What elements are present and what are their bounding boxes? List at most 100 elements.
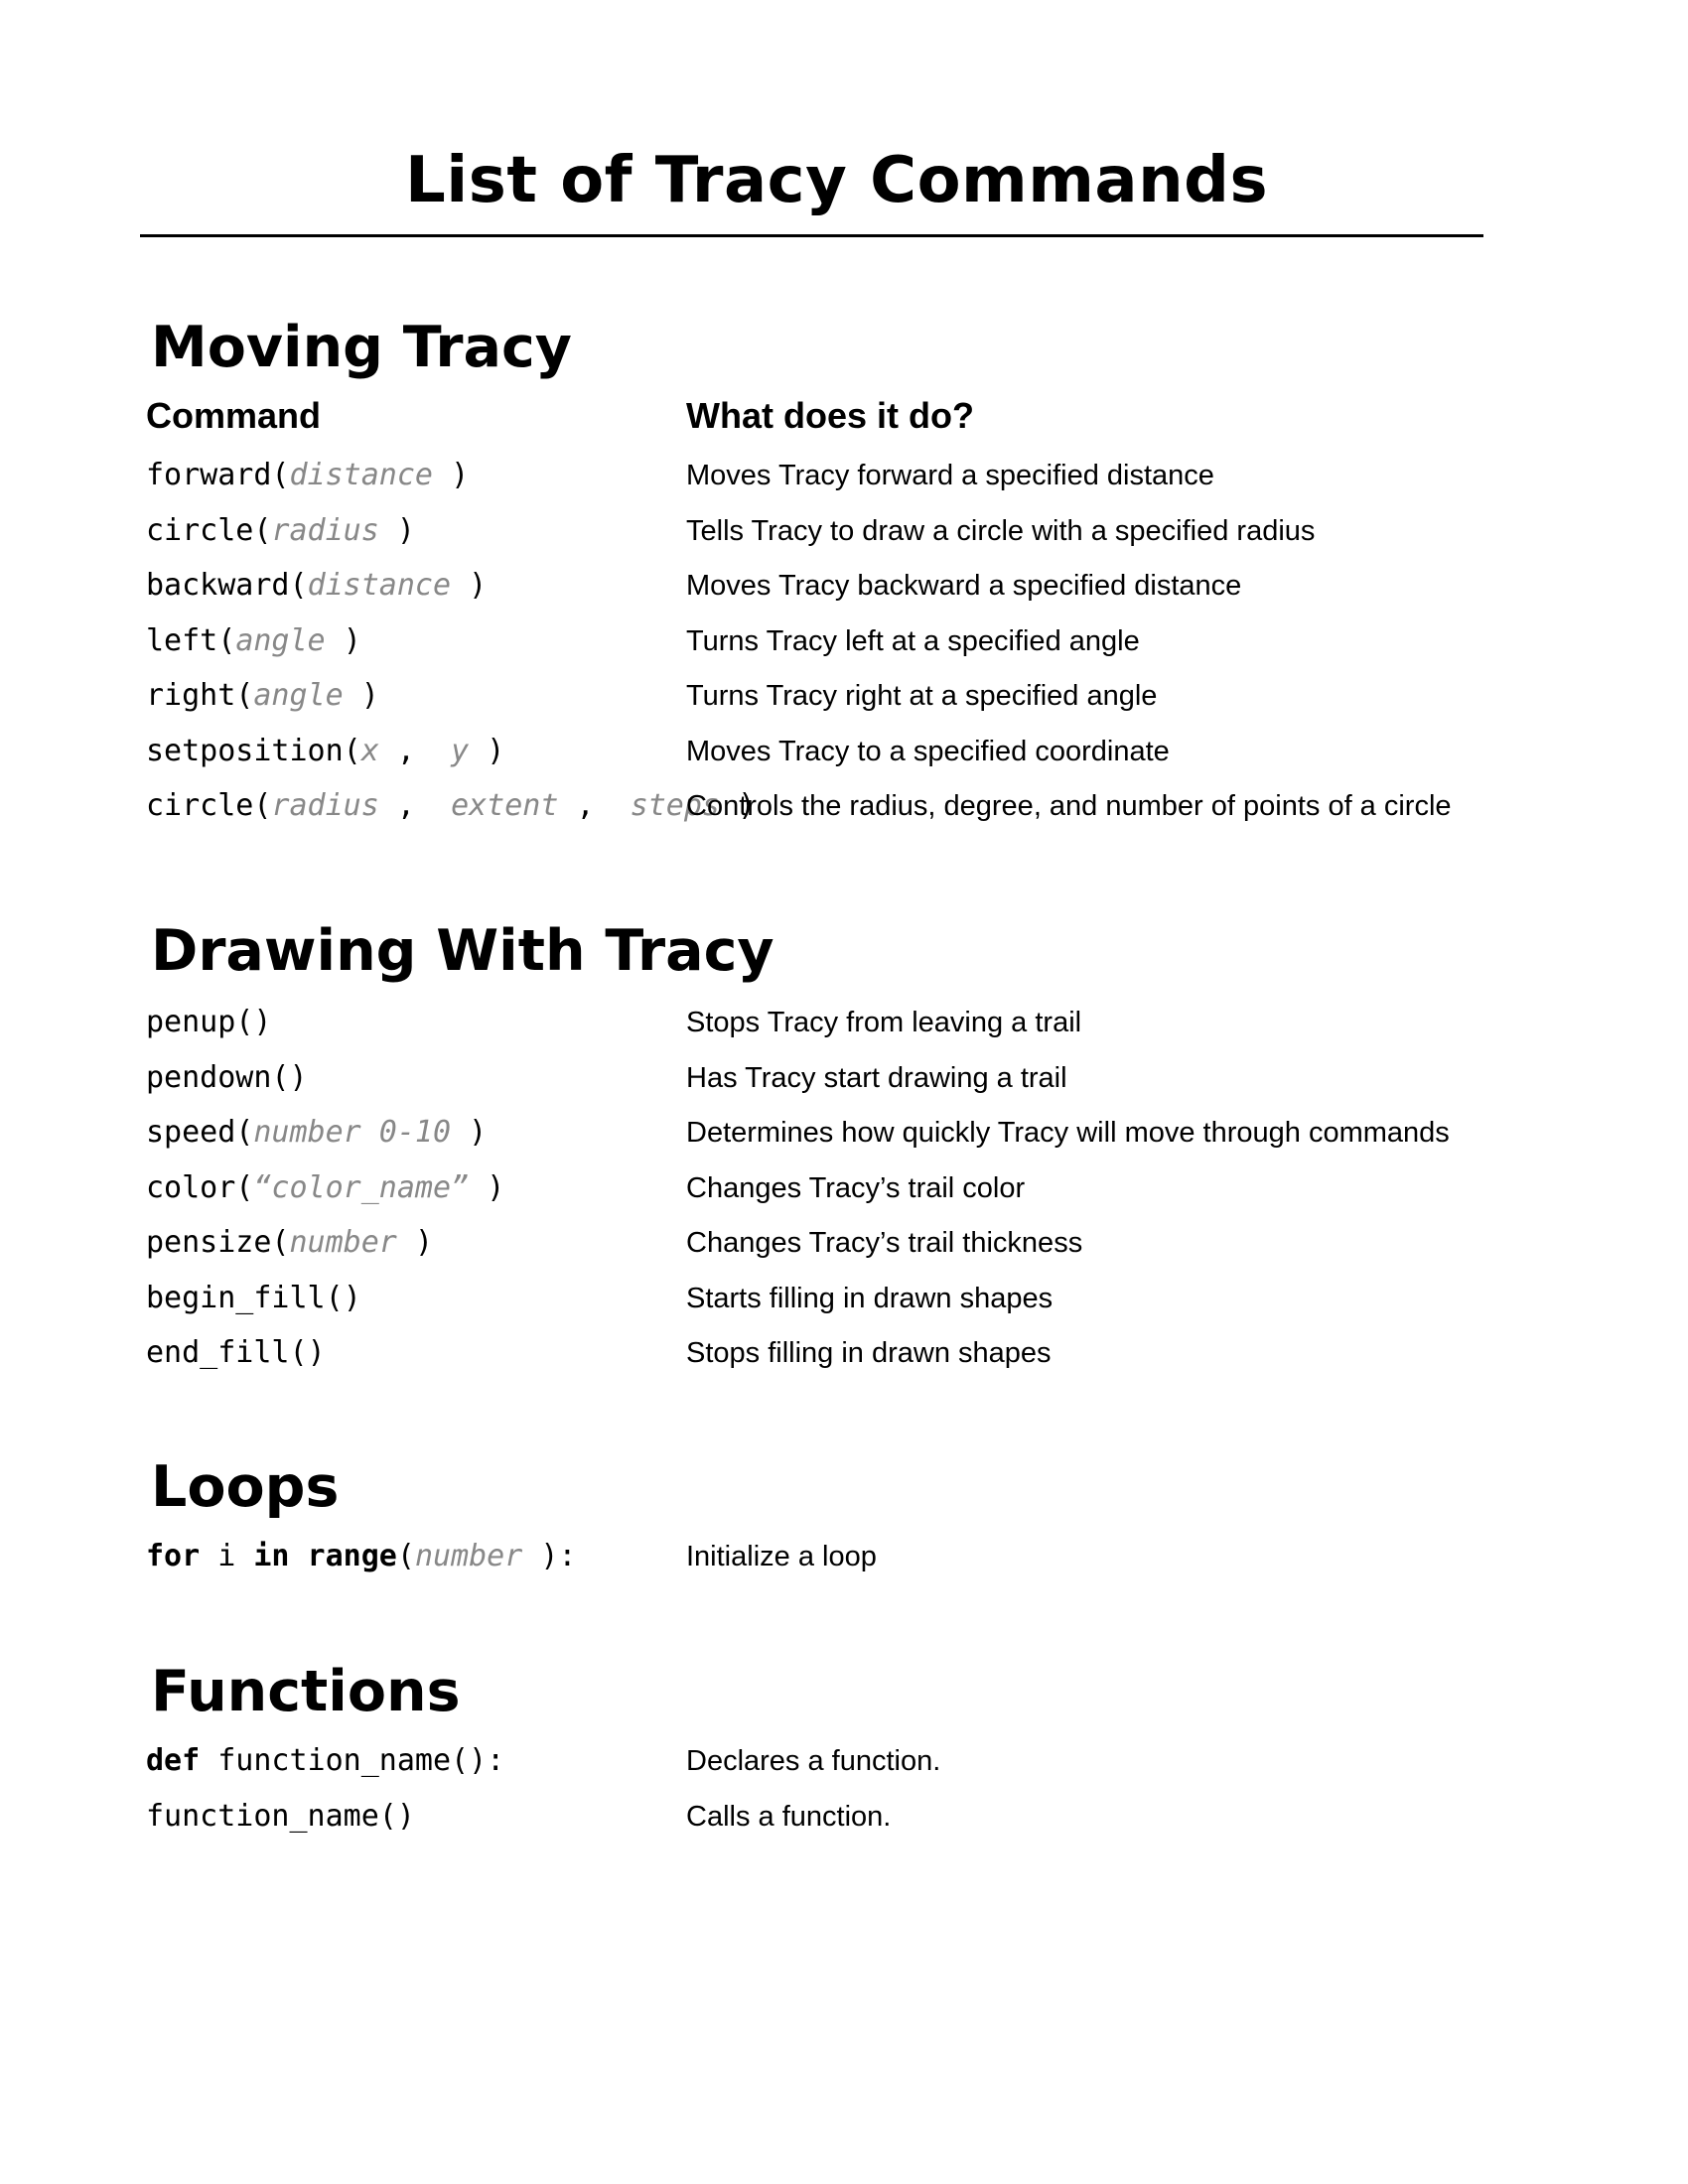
code-close: ) xyxy=(414,1225,433,1260)
code-close: ) xyxy=(343,622,361,658)
command-row: pensize(number ) Changes Tracy’s trail th… xyxy=(0,1223,1688,1273)
code-close: ) xyxy=(469,568,488,603)
command-code: begin_fill() xyxy=(146,1279,361,1318)
command-code: right(angle ) xyxy=(146,676,379,716)
command-code: for i in range(number ): xyxy=(146,1537,577,1576)
code-function-name: ( xyxy=(396,1539,415,1573)
code-argument: extent xyxy=(451,788,559,823)
command-code: circle(radius , extent , steps ) xyxy=(146,786,756,826)
code-argument: number xyxy=(414,1539,523,1573)
code-close: ) xyxy=(343,1280,361,1315)
command-row: backward(distance ) Moves Tracy backward … xyxy=(0,566,1688,615)
page-title: List of Tracy Commands xyxy=(405,144,1269,217)
command-description: Initialize a loop xyxy=(686,1541,877,1572)
command-code: circle(radius ) xyxy=(146,511,415,551)
code-function-name: forward( xyxy=(146,458,290,492)
command-description: Moves Tracy backward a specified distanc… xyxy=(686,570,1242,602)
code-function-name: right( xyxy=(146,678,254,713)
command-description: Controls the radius, degree, and number … xyxy=(686,790,1452,822)
code-function-name: circle( xyxy=(146,512,272,548)
command-code: left(angle ) xyxy=(146,621,361,661)
code-argument: y xyxy=(451,733,470,768)
document-page: List of Tracy Commands Moving Tracy Comm… xyxy=(0,0,1688,2184)
command-code: setposition(x , y ) xyxy=(146,732,504,771)
command-description: Calls a function. xyxy=(686,1801,892,1833)
code-punctuation xyxy=(522,1539,540,1573)
command-row: begin_fill() Starts filling in drawn shap… xyxy=(0,1279,1688,1328)
code-punctuation: , xyxy=(558,788,631,823)
code-punctuation xyxy=(433,458,451,492)
command-row: circle(radius ) Tells Tracy to draw a cir… xyxy=(0,511,1688,561)
code-argument: distance xyxy=(307,568,452,603)
code-function-name: begin_fill( xyxy=(146,1280,344,1315)
section-heading-drawing: Drawing With Tracy xyxy=(151,918,774,984)
title-underline xyxy=(140,234,1483,237)
code-close: ) xyxy=(307,1335,326,1370)
code-argument: number 0-10 xyxy=(253,1115,452,1150)
command-code: pensize(number ) xyxy=(146,1223,433,1263)
code-argument: x xyxy=(360,733,379,768)
command-row: penup() Stops Tracy from leaving a trail xyxy=(0,1003,1688,1052)
code-function-name: end_fill( xyxy=(146,1335,308,1370)
command-row: forward(distance ) Moves Tracy forward a … xyxy=(0,456,1688,505)
code-close: ) xyxy=(289,1059,308,1095)
command-code: def function_name(): xyxy=(146,1741,504,1781)
command-code: pendown() xyxy=(146,1058,308,1098)
code-close: ): xyxy=(540,1539,577,1573)
code-function-name: backward( xyxy=(146,568,308,603)
code-keyword: def xyxy=(146,1743,201,1778)
code-function-name: circle( xyxy=(146,788,272,823)
code-argument: angle xyxy=(253,678,344,713)
command-row: speed(number 0-10 ) Determines how quickl… xyxy=(0,1113,1688,1162)
code-function-name: color( xyxy=(146,1169,254,1205)
code-argument: angle xyxy=(235,622,326,658)
code-function-name: function_name( xyxy=(200,1743,470,1778)
code-argument: distance xyxy=(289,458,434,492)
command-code: function_name() xyxy=(146,1797,415,1837)
command-description: Tells Tracy to draw a circle with a spec… xyxy=(686,514,1316,547)
column-header-command: Command xyxy=(146,395,322,436)
code-function-name: penup( xyxy=(146,1005,254,1039)
code-punctuation xyxy=(451,568,469,603)
code-close: ) xyxy=(396,512,415,548)
code-keyword: range xyxy=(289,1539,397,1573)
command-code: backward(distance ) xyxy=(146,566,487,606)
code-close: ) xyxy=(396,1799,415,1834)
code-argument: “color_name” xyxy=(253,1169,470,1205)
command-code: speed(number 0-10 ) xyxy=(146,1113,487,1153)
command-row: right(angle ) Turns Tracy right at a spec… xyxy=(0,676,1688,726)
code-close: ) xyxy=(487,733,505,768)
code-argument: radius xyxy=(271,788,379,823)
code-function-name: speed( xyxy=(146,1115,254,1150)
code-argument: radius xyxy=(271,512,379,548)
command-code: penup() xyxy=(146,1003,271,1042)
code-punctuation xyxy=(379,513,397,548)
code-close: ) xyxy=(451,458,470,492)
command-row: function_name() Calls a function. xyxy=(0,1797,1688,1846)
code-punctuation: , xyxy=(378,733,452,768)
command-description: Starts filling in drawn shapes xyxy=(686,1282,1054,1314)
command-row: end_fill() Stops filling in drawn shapes xyxy=(0,1333,1688,1383)
command-row: circle(radius , extent , steps ) Controls… xyxy=(0,786,1688,836)
code-close: ) xyxy=(253,1005,272,1039)
code-close: ) xyxy=(487,1169,505,1205)
command-code: end_fill() xyxy=(146,1333,326,1373)
code-function-name: left( xyxy=(146,622,236,658)
command-description: Turns Tracy right at a specified angle xyxy=(686,680,1158,712)
command-description: Changes Tracy’s trail thickness xyxy=(686,1227,1083,1259)
section-heading-moving: Moving Tracy xyxy=(151,315,572,380)
code-function-name: function_name( xyxy=(146,1799,397,1834)
code-close: ): xyxy=(469,1743,505,1778)
code-punctuation: , xyxy=(378,788,452,823)
section-heading-loops: Loops xyxy=(151,1454,340,1520)
code-close: ) xyxy=(469,1115,488,1150)
column-header-description: What does it do? xyxy=(686,395,974,436)
command-row: pendown() Has Tracy start drawing a trail xyxy=(0,1058,1688,1108)
code-function-name: setposition( xyxy=(146,733,361,768)
code-close: ) xyxy=(360,678,379,713)
code-punctuation xyxy=(451,1115,469,1150)
code-function-name: pendown( xyxy=(146,1059,290,1095)
command-description: Moves Tracy forward a specified distance xyxy=(686,460,1214,491)
command-row: left(angle ) Turns Tracy left at a specif… xyxy=(0,621,1688,671)
code-punctuation xyxy=(326,623,344,658)
